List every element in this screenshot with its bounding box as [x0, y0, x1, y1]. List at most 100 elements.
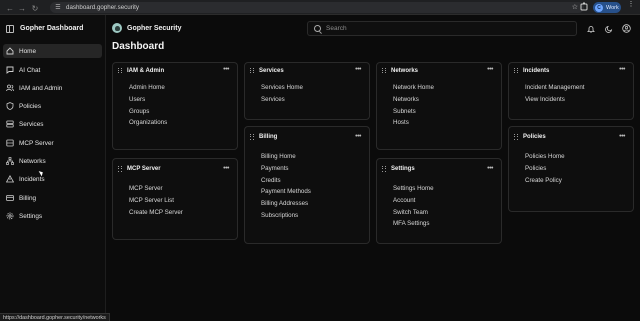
more-options-icon[interactable]: ••• [487, 66, 493, 73]
bookmark-star-icon[interactable]: ☆ [572, 3, 578, 11]
link-admin-home[interactable]: Admin Home [129, 82, 237, 94]
link-mfa-settings[interactable]: MFA Settings [393, 218, 501, 230]
sidebar-item-settings[interactable]: Settings [3, 209, 102, 223]
link-services[interactable]: Services [261, 94, 369, 106]
sidebar-item-services[interactable]: Services [3, 117, 102, 131]
link-networks[interactable]: Networks [393, 94, 501, 106]
drag-handle-icon[interactable] [514, 67, 518, 74]
sidebar-toggle-icon[interactable] [6, 24, 14, 33]
more-options-icon[interactable]: ••• [223, 165, 229, 172]
profile-label: Work [606, 4, 619, 11]
card-services: Services ••• Services Home Services [244, 62, 370, 120]
card-title: Networks [391, 67, 419, 74]
avatar: C [595, 3, 603, 12]
credit-card-icon [6, 194, 14, 202]
link-preview-status: https://dashboard.gopher.security/networ… [0, 313, 110, 321]
link-subscriptions[interactable]: Subscriptions [261, 210, 369, 222]
sidebar-title: Gopher Dashboard [20, 25, 84, 32]
link-policies-home[interactable]: Policies Home [525, 151, 633, 163]
alert-triangle-icon [6, 175, 14, 183]
link-billing-home[interactable]: Billing Home [261, 151, 369, 163]
drag-handle-icon[interactable] [118, 166, 122, 172]
sidebar-item-label: Home [19, 47, 37, 55]
link-credits[interactable]: Credits [261, 175, 369, 187]
link-create-policy[interactable]: Create Policy [525, 175, 633, 187]
link-billing-addresses[interactable]: Billing Addresses [261, 198, 369, 210]
sidebar-item-billing[interactable]: Billing [3, 191, 102, 205]
home-icon [6, 47, 14, 55]
sidebar-item-label: IAM and Admin [19, 84, 63, 92]
sidebar-item-iam-and-admin[interactable]: IAM and Admin [3, 81, 102, 95]
link-payments[interactable]: Payments [261, 163, 369, 175]
chat-icon [6, 66, 14, 74]
link-incident-management[interactable]: Incident Management [525, 82, 633, 94]
bell-icon[interactable] [586, 24, 595, 33]
drag-handle-icon[interactable] [382, 166, 386, 172]
link-groups[interactable]: Groups [129, 106, 237, 118]
search-box[interactable] [307, 21, 577, 36]
link-mcp-server[interactable]: MCP Server [129, 183, 237, 195]
sidebar-item-home[interactable]: Home [3, 44, 102, 58]
address-url: dashboard.gopher.security [66, 4, 139, 11]
more-options-icon[interactable]: ••• [619, 66, 625, 73]
card-iam-admin: IAM & Admin ••• Admin Home Users Groups O… [112, 62, 238, 150]
extensions-icon[interactable] [579, 2, 589, 12]
link-subnets[interactable]: Subnets [393, 106, 501, 118]
site-settings-icon[interactable]: ☰ [54, 4, 62, 12]
network-icon [6, 157, 14, 165]
sidebar-item-label: MCP Server [19, 139, 54, 147]
link-services-home[interactable]: Services Home [261, 82, 369, 94]
card-networks: Networks ••• Network Home Networks Subnet… [376, 62, 502, 150]
link-organizations[interactable]: Organizations [129, 117, 237, 129]
link-users[interactable]: Users [129, 94, 237, 106]
card-mcp-server: MCP Server ••• MCP Server MCP Server List… [112, 158, 238, 240]
gear-icon [6, 212, 14, 220]
link-payment-methods[interactable]: Payment Methods [261, 186, 369, 198]
search-icon [314, 25, 321, 32]
more-options-icon[interactable]: ••• [223, 66, 229, 73]
sidebar-item-policies[interactable]: Policies [3, 99, 102, 113]
link-create-mcp-server[interactable]: Create MCP Server [129, 207, 237, 219]
link-switch-team[interactable]: Switch Team [393, 207, 501, 219]
link-network-home[interactable]: Network Home [393, 82, 501, 94]
browser-toolbar: ← → ↻ ☰ dashboard.gopher.security ☆ C Wo… [0, 0, 640, 15]
profile-button[interactable]: C Work [593, 2, 621, 13]
link-mcp-server-list[interactable]: MCP Server List [129, 195, 237, 207]
card-title: MCP Server [127, 166, 161, 172]
sidebar-item-incidents[interactable]: Incidents [3, 172, 102, 186]
sidebar-item-networks[interactable]: Networks [3, 154, 102, 168]
more-options-icon[interactable]: ••• [487, 165, 493, 172]
card-billing: Billing ••• Billing Home Payments Credits… [244, 126, 370, 244]
card-title: Billing [259, 134, 278, 140]
address-bar[interactable]: ☰ dashboard.gopher.security ☆ [50, 2, 584, 13]
drag-handle-icon[interactable] [514, 134, 518, 140]
link-hosts[interactable]: Hosts [393, 117, 501, 129]
more-options-icon[interactable]: ••• [619, 133, 625, 140]
back-icon[interactable]: ← [4, 2, 16, 14]
more-options-icon[interactable]: ••• [355, 66, 361, 73]
link-settings-home[interactable]: Settings Home [393, 183, 501, 195]
card-title: Incidents [523, 67, 550, 74]
sidebar-item-label: AI Chat [19, 66, 41, 74]
search-input[interactable] [326, 25, 566, 32]
forward-icon[interactable]: → [16, 2, 28, 14]
more-options-icon[interactable]: ••• [355, 133, 361, 140]
server-icon [6, 120, 14, 128]
drag-handle-icon[interactable] [382, 67, 386, 74]
link-policies[interactable]: Policies [525, 163, 633, 175]
sidebar-item-mcp-server[interactable]: MCP Server [3, 136, 102, 150]
drag-handle-icon[interactable] [250, 67, 254, 74]
account-icon[interactable] [622, 24, 631, 33]
card-title: Settings [391, 166, 415, 172]
drag-handle-icon[interactable] [250, 134, 254, 140]
browser-menu-icon[interactable]: ⋮ [627, 1, 635, 8]
moon-icon[interactable] [604, 24, 613, 33]
reload-icon[interactable]: ↻ [29, 2, 41, 14]
sidebar-item-label: Settings [19, 212, 43, 220]
sidebar-item-ai-chat[interactable]: AI Chat [3, 63, 102, 77]
gopher-logo-icon [112, 23, 122, 33]
drag-handle-icon[interactable] [118, 67, 122, 74]
link-view-incidents[interactable]: View Incidents [525, 94, 633, 106]
card-policies: Policies ••• Policies Home Policies Creat… [508, 126, 634, 212]
link-account[interactable]: Account [393, 195, 501, 207]
